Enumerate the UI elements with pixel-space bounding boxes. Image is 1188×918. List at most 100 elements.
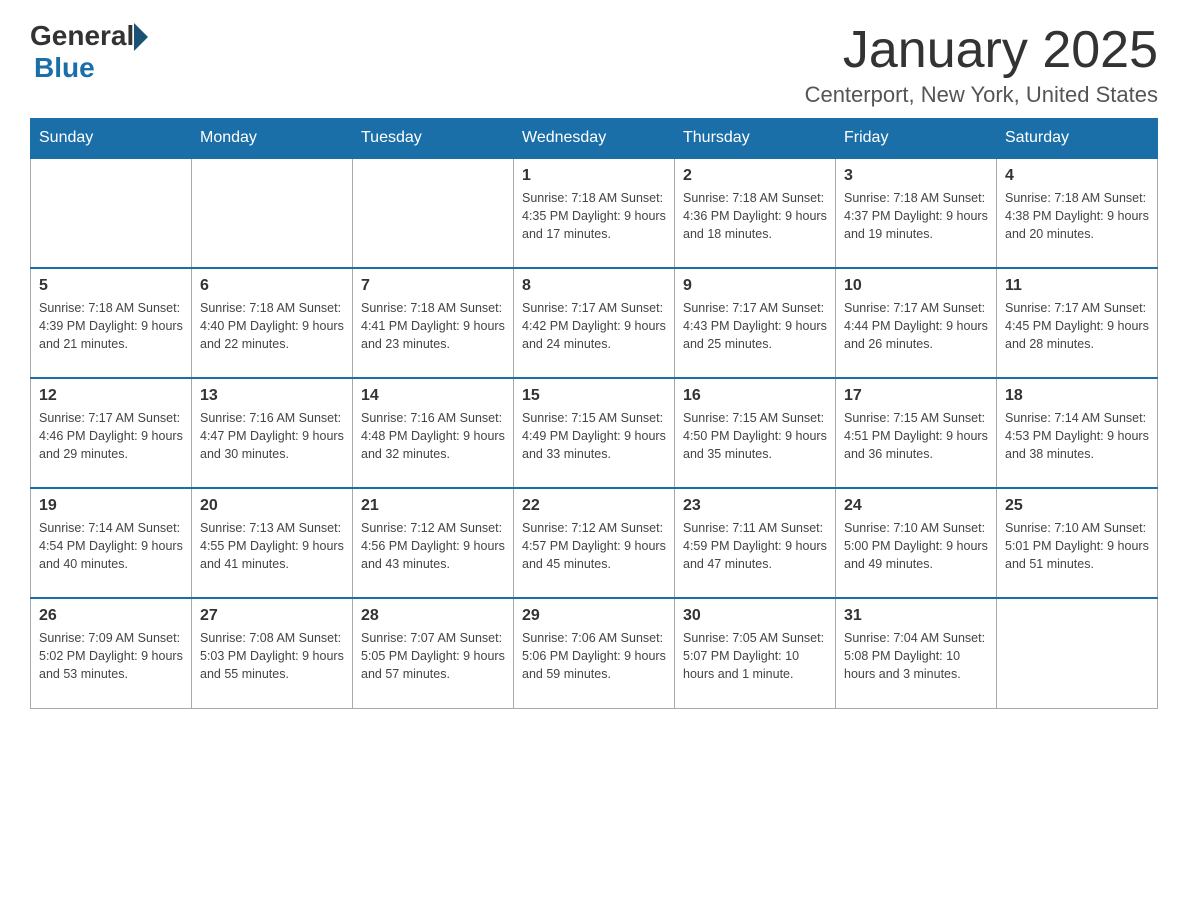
day-number: 21: [361, 497, 505, 515]
table-row: [997, 598, 1158, 708]
day-info: Sunrise: 7:18 AM Sunset: 4:35 PM Dayligh…: [522, 189, 666, 243]
day-info: Sunrise: 7:06 AM Sunset: 5:06 PM Dayligh…: [522, 629, 666, 683]
day-info: Sunrise: 7:04 AM Sunset: 5:08 PM Dayligh…: [844, 629, 988, 683]
table-row: 23 Sunrise: 7:11 AM Sunset: 4:59 PM Dayli…: [675, 488, 836, 598]
day-info: Sunrise: 7:18 AM Sunset: 4:41 PM Dayligh…: [361, 299, 505, 353]
table-row: 18Sunrise: 7:14 AM Sunset: 4:53 PM Dayli…: [997, 378, 1158, 488]
day-number: 17: [844, 387, 988, 405]
day-number: 5: [39, 277, 183, 295]
day-number: 11: [1005, 277, 1149, 295]
day-info: Sunrise: 7:10 AM Sunset: 5:00 PM Dayligh…: [844, 519, 988, 573]
table-row: 7Sunrise: 7:18 AM Sunset: 4:41 PM Daylig…: [353, 268, 514, 378]
page-header: General Blue January 2025 Centerport, Ne…: [30, 20, 1158, 108]
day-number: 27: [200, 607, 344, 625]
table-row: 14Sunrise: 7:16 AM Sunset: 4:48 PM Dayli…: [353, 378, 514, 488]
table-row: 24 Sunrise: 7:10 AM Sunset: 5:00 PM Dayli…: [836, 488, 997, 598]
day-info: Sunrise: 7:07 AM Sunset: 5:05 PM Dayligh…: [361, 629, 505, 683]
day-info: Sunrise: 7:15 AM Sunset: 4:50 PM Dayligh…: [683, 409, 827, 463]
day-info: Sunrise: 7:09 AM Sunset: 5:02 PM Dayligh…: [39, 629, 183, 683]
calendar-row-3: 19Sunrise: 7:14 AM Sunset: 4:54 PM Dayli…: [31, 488, 1158, 598]
title-area: January 2025 Centerport, New York, Unite…: [805, 20, 1158, 108]
table-row: 11 Sunrise: 7:17 AM Sunset: 4:45 PM Dayli…: [997, 268, 1158, 378]
day-info: Sunrise: 7:14 AM Sunset: 4:53 PM Dayligh…: [1005, 409, 1149, 463]
table-row: 1 Sunrise: 7:18 AM Sunset: 4:35 PM Daylig…: [514, 158, 675, 268]
table-row: 16 Sunrise: 7:15 AM Sunset: 4:50 PM Dayli…: [675, 378, 836, 488]
day-info: Sunrise: 7:13 AM Sunset: 4:55 PM Dayligh…: [200, 519, 344, 573]
day-info: Sunrise: 7:18 AM Sunset: 4:36 PM Dayligh…: [683, 189, 827, 243]
day-info: Sunrise: 7:11 AM Sunset: 4:59 PM Dayligh…: [683, 519, 827, 573]
day-info: Sunrise: 7:17 AM Sunset: 4:46 PM Dayligh…: [39, 409, 183, 463]
calendar-row-2: 12 Sunrise: 7:17 AM Sunset: 4:46 PM Dayli…: [31, 378, 1158, 488]
day-info: Sunrise: 7:15 AM Sunset: 4:49 PM Dayligh…: [522, 409, 666, 463]
table-row: 9Sunrise: 7:17 AM Sunset: 4:43 PM Daylig…: [675, 268, 836, 378]
day-number: 3: [844, 167, 988, 185]
table-row: 5 Sunrise: 7:18 AM Sunset: 4:39 PM Daylig…: [31, 268, 192, 378]
day-number: 25: [1005, 497, 1149, 515]
day-info: Sunrise: 7:05 AM Sunset: 5:07 PM Dayligh…: [683, 629, 827, 683]
calendar-row-0: 1 Sunrise: 7:18 AM Sunset: 4:35 PM Daylig…: [31, 158, 1158, 268]
table-row: 15 Sunrise: 7:15 AM Sunset: 4:49 PM Dayli…: [514, 378, 675, 488]
location-title: Centerport, New York, United States: [805, 82, 1158, 108]
table-row: [31, 158, 192, 268]
logo-arrow-icon: [134, 23, 148, 51]
table-row: 12 Sunrise: 7:17 AM Sunset: 4:46 PM Dayli…: [31, 378, 192, 488]
calendar-row-4: 26Sunrise: 7:09 AM Sunset: 5:02 PM Dayli…: [31, 598, 1158, 708]
table-row: 28Sunrise: 7:07 AM Sunset: 5:05 PM Dayli…: [353, 598, 514, 708]
day-info: Sunrise: 7:14 AM Sunset: 4:54 PM Dayligh…: [39, 519, 183, 573]
logo-blue-text: Blue: [34, 52, 148, 84]
day-number: 31: [844, 607, 988, 625]
table-row: [192, 158, 353, 268]
logo-general-text: General: [30, 20, 134, 52]
table-row: 30Sunrise: 7:05 AM Sunset: 5:07 PM Dayli…: [675, 598, 836, 708]
table-row: 22Sunrise: 7:12 AM Sunset: 4:57 PM Dayli…: [514, 488, 675, 598]
day-info: Sunrise: 7:17 AM Sunset: 4:45 PM Dayligh…: [1005, 299, 1149, 353]
day-info: Sunrise: 7:17 AM Sunset: 4:42 PM Dayligh…: [522, 299, 666, 353]
table-row: 13 Sunrise: 7:16 AM Sunset: 4:47 PM Dayli…: [192, 378, 353, 488]
table-row: 10Sunrise: 7:17 AM Sunset: 4:44 PM Dayli…: [836, 268, 997, 378]
table-row: 2Sunrise: 7:18 AM Sunset: 4:36 PM Daylig…: [675, 158, 836, 268]
table-row: 29 Sunrise: 7:06 AM Sunset: 5:06 PM Dayli…: [514, 598, 675, 708]
day-number: 13: [200, 387, 344, 405]
logo: General Blue: [30, 20, 148, 84]
day-number: 9: [683, 277, 827, 295]
day-info: Sunrise: 7:12 AM Sunset: 4:56 PM Dayligh…: [361, 519, 505, 573]
table-row: 20 Sunrise: 7:13 AM Sunset: 4:55 PM Dayli…: [192, 488, 353, 598]
header-wednesday: Wednesday: [514, 119, 675, 159]
day-info: Sunrise: 7:18 AM Sunset: 4:39 PM Dayligh…: [39, 299, 183, 353]
table-row: 19Sunrise: 7:14 AM Sunset: 4:54 PM Dayli…: [31, 488, 192, 598]
day-number: 6: [200, 277, 344, 295]
day-number: 8: [522, 277, 666, 295]
day-info: Sunrise: 7:16 AM Sunset: 4:47 PM Dayligh…: [200, 409, 344, 463]
table-row: 31 Sunrise: 7:04 AM Sunset: 5:08 PM Dayli…: [836, 598, 997, 708]
day-number: 15: [522, 387, 666, 405]
day-number: 16: [683, 387, 827, 405]
day-info: Sunrise: 7:10 AM Sunset: 5:01 PM Dayligh…: [1005, 519, 1149, 573]
month-title: January 2025: [805, 20, 1158, 80]
day-info: Sunrise: 7:08 AM Sunset: 5:03 PM Dayligh…: [200, 629, 344, 683]
day-number: 20: [200, 497, 344, 515]
day-number: 24: [844, 497, 988, 515]
day-info: Sunrise: 7:12 AM Sunset: 4:57 PM Dayligh…: [522, 519, 666, 573]
table-row: 27 Sunrise: 7:08 AM Sunset: 5:03 PM Dayli…: [192, 598, 353, 708]
day-number: 12: [39, 387, 183, 405]
header-friday: Friday: [836, 119, 997, 159]
table-row: 3 Sunrise: 7:18 AM Sunset: 4:37 PM Daylig…: [836, 158, 997, 268]
weekday-header-row: Sunday Monday Tuesday Wednesday Thursday…: [31, 119, 1158, 159]
day-number: 29: [522, 607, 666, 625]
calendar-row-1: 5 Sunrise: 7:18 AM Sunset: 4:39 PM Daylig…: [31, 268, 1158, 378]
table-row: 26Sunrise: 7:09 AM Sunset: 5:02 PM Dayli…: [31, 598, 192, 708]
table-row: 21 Sunrise: 7:12 AM Sunset: 4:56 PM Dayli…: [353, 488, 514, 598]
day-info: Sunrise: 7:16 AM Sunset: 4:48 PM Dayligh…: [361, 409, 505, 463]
table-row: 8 Sunrise: 7:17 AM Sunset: 4:42 PM Daylig…: [514, 268, 675, 378]
day-info: Sunrise: 7:15 AM Sunset: 4:51 PM Dayligh…: [844, 409, 988, 463]
day-number: 23: [683, 497, 827, 515]
day-info: Sunrise: 7:18 AM Sunset: 4:38 PM Dayligh…: [1005, 189, 1149, 243]
day-info: Sunrise: 7:18 AM Sunset: 4:37 PM Dayligh…: [844, 189, 988, 243]
day-number: 10: [844, 277, 988, 295]
table-row: 6 Sunrise: 7:18 AM Sunset: 4:40 PM Daylig…: [192, 268, 353, 378]
header-monday: Monday: [192, 119, 353, 159]
header-thursday: Thursday: [675, 119, 836, 159]
day-number: 1: [522, 167, 666, 185]
day-info: Sunrise: 7:18 AM Sunset: 4:40 PM Dayligh…: [200, 299, 344, 353]
table-row: 17 Sunrise: 7:15 AM Sunset: 4:51 PM Dayli…: [836, 378, 997, 488]
